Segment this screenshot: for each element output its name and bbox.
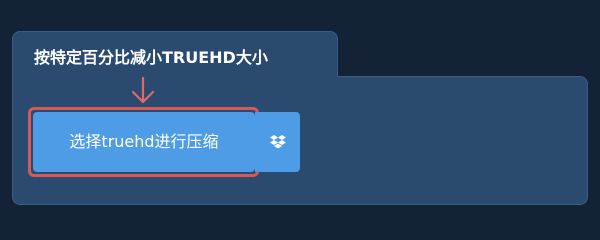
- tab-panel-joint: [13, 74, 337, 78]
- dropbox-icon: [269, 135, 286, 149]
- down-arrow-icon: [131, 77, 155, 104]
- select-truehd-button[interactable]: 选择truehd进行压缩: [33, 112, 255, 172]
- tab-title: 按特定百分比减小TRUEHD大小: [34, 48, 268, 67]
- dropbox-button[interactable]: [255, 112, 300, 172]
- tab-header: 按特定百分比减小TRUEHD大小: [12, 31, 338, 77]
